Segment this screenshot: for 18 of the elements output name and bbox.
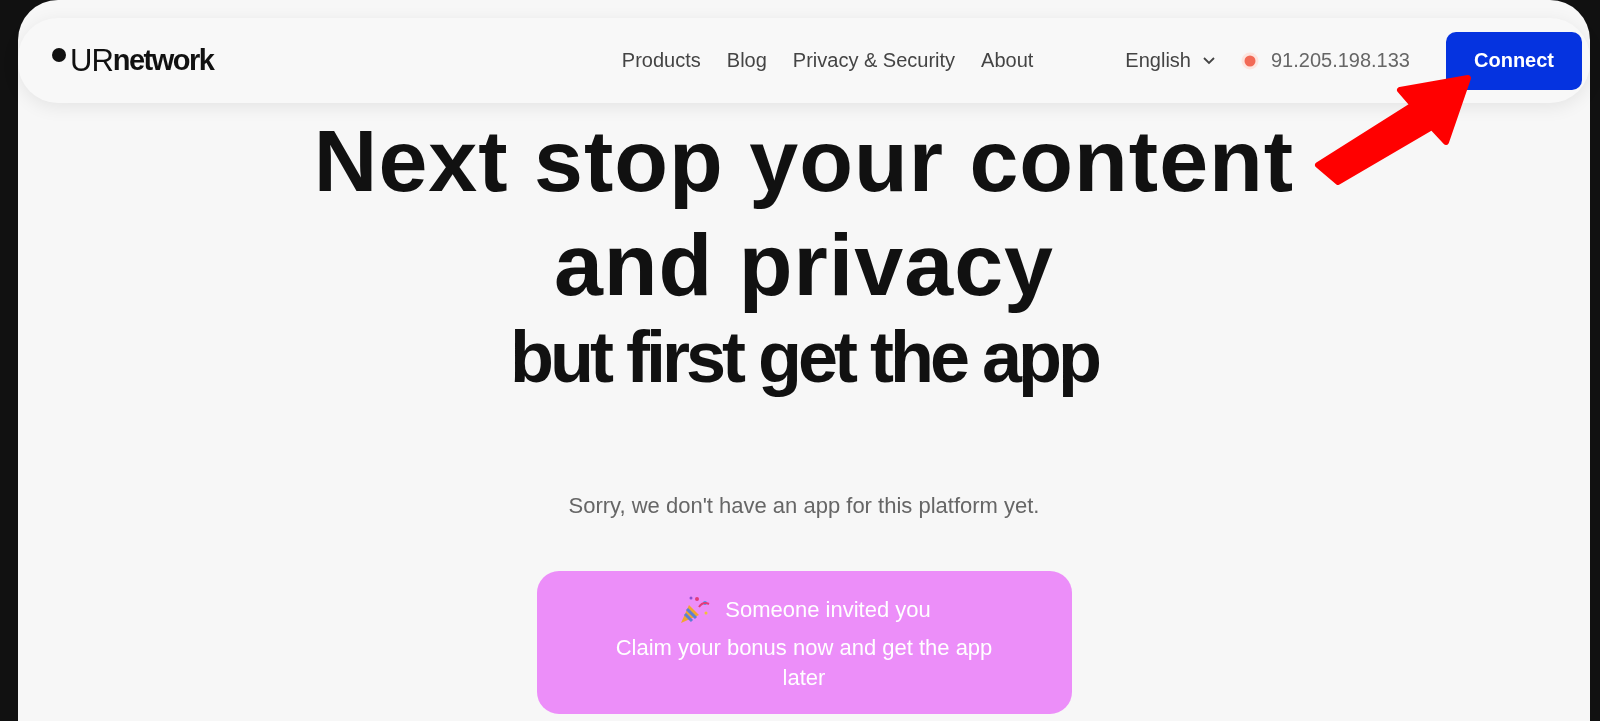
chevron-down-icon [1202, 56, 1215, 65]
invite-title: Someone invited you [725, 596, 931, 623]
nav-link[interactable]: Products [621, 49, 701, 72]
invite-text: Claim your bonus now and get the app later [614, 633, 994, 692]
language-selector[interactable]: English [1125, 49, 1215, 72]
status-dot-icon [1240, 51, 1259, 70]
nav-link[interactable]: Privacy & Security [792, 49, 956, 72]
logo-text: network [112, 44, 214, 77]
headline: and privacy [552, 214, 1056, 316]
nav-link[interactable]: Blog [726, 49, 767, 72]
logo-text: UR [70, 42, 113, 79]
subheadline: but first get the app [510, 317, 1098, 397]
logo-dot-icon [52, 47, 66, 62]
notice-text: Sorry, we don't have an app for this platform yet. [568, 493, 1040, 519]
nav-link[interactable]: About [981, 49, 1034, 72]
ip-address: 91.205.198.133 [1270, 49, 1410, 72]
headline: Next stop your content [313, 110, 1295, 212]
connect-button[interactable]: Connect [1446, 31, 1582, 90]
